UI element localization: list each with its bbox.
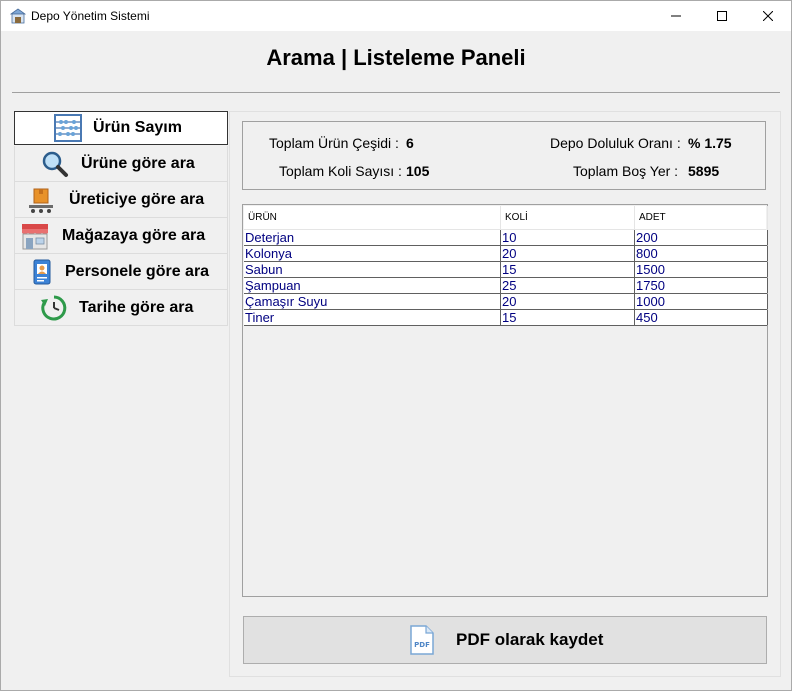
- cell-koli: 20: [501, 246, 635, 261]
- minimize-button[interactable]: [653, 1, 699, 31]
- sidebar-item-ureticiye-gore-ara[interactable]: Üreticiye göre ara: [14, 182, 228, 218]
- cell-urun: Çamaşır Suyu: [244, 294, 501, 309]
- box-count-label: Toplam Koli Sayısı :: [279, 163, 402, 179]
- empty-space-label: Toplam Boş Yer :: [573, 163, 679, 179]
- table-body: Deterjan 10 200 Kolonya 20 800 Sabun 15 …: [244, 230, 768, 326]
- column-header-adet[interactable]: ADET: [635, 206, 768, 230]
- product-types-value: 6: [406, 135, 414, 151]
- sidebar-item-personele-gore-ara[interactable]: Personele göre ara: [14, 254, 228, 290]
- header-divider: [12, 92, 780, 93]
- window-title: Depo Yönetim Sistemi: [31, 9, 150, 23]
- cell-adet: 1750: [635, 278, 768, 293]
- sidebar-item-label: Üreticiye göre ara: [69, 190, 205, 208]
- sidebar-item-label: Ürün Sayım: [93, 119, 182, 136]
- pdf-file-icon: PDF: [410, 625, 434, 655]
- sidebar-item-label: Mağazaya göre ara: [62, 226, 206, 244]
- sidebar-item-magazaya-gore-ara[interactable]: Mağazaya göre ara: [14, 218, 228, 254]
- occupancy-value: % 1.75: [688, 135, 732, 151]
- cell-adet: 450: [635, 310, 768, 325]
- cell-koli: 15: [501, 262, 635, 277]
- clock-icon: [39, 293, 69, 323]
- title-bar[interactable]: Depo Yönetim Sistemi: [1, 1, 791, 31]
- maximize-icon: [717, 11, 727, 21]
- table-row[interactable]: Şampuan 25 1750: [244, 278, 768, 294]
- sidebar-item-tarihe-gore-ara[interactable]: Tarihe göre ara: [14, 290, 228, 326]
- table-row[interactable]: Çamaşır Suyu 20 1000: [244, 294, 768, 310]
- cell-urun: Sabun: [244, 262, 501, 277]
- abacus-icon: [53, 113, 83, 143]
- cell-koli: 20: [501, 294, 635, 309]
- cell-adet: 1000: [635, 294, 768, 309]
- occupancy-label: Depo Doluluk Oranı :: [550, 135, 681, 151]
- cell-adet: 800: [635, 246, 768, 261]
- column-header-koli[interactable]: KOLİ: [501, 206, 635, 230]
- cell-urun: Tiner: [244, 310, 501, 325]
- cell-urun: Şampuan: [244, 278, 501, 293]
- close-button[interactable]: [745, 1, 791, 31]
- maximize-button[interactable]: [699, 1, 745, 31]
- save-pdf-label: PDF olarak kaydet: [456, 630, 604, 649]
- save-pdf-button[interactable]: PDF PDF olarak kaydet: [243, 616, 767, 664]
- product-types-label: Toplam Ürün Çeşidi :: [269, 135, 399, 151]
- table-header: ÜRÜN KOLİ ADET: [244, 206, 768, 230]
- page-title: Arama | Listeleme Paneli: [266, 45, 526, 70]
- box-count-value: 105: [406, 163, 430, 179]
- cell-adet: 200: [635, 230, 768, 245]
- storefront-icon: [20, 221, 50, 251]
- table-row[interactable]: Deterjan 10 200: [244, 230, 768, 246]
- app-window: Depo Yönetim Sistemi Arama | Listeleme P…: [0, 0, 792, 691]
- sidebar-item-label: Personele göre ara: [65, 262, 210, 280]
- cell-koli: 25: [501, 278, 635, 293]
- id-badge-icon: [27, 257, 57, 287]
- cell-koli: 10: [501, 230, 635, 245]
- warehouse-icon: [9, 8, 27, 24]
- svg-text:PDF: PDF: [414, 641, 430, 649]
- cell-urun: Kolonya: [244, 246, 501, 261]
- column-header-urun[interactable]: ÜRÜN: [244, 206, 501, 230]
- stats-box: Toplam Ürün Çeşidi : 6 Toplam Koli Sayıs…: [242, 121, 766, 190]
- minimize-icon: [671, 15, 681, 17]
- table-row[interactable]: Tiner 15 450: [244, 310, 768, 326]
- sidebar-item-label: Tarihe göre ara: [79, 298, 194, 316]
- table-row[interactable]: Kolonya 20 800: [244, 246, 768, 262]
- sidebar: Ürün Sayım Ürüne göre ara Üreticiye göre…: [14, 111, 228, 326]
- empty-space-value: 5895: [688, 163, 720, 179]
- magnifier-icon: [40, 149, 70, 179]
- cell-koli: 15: [501, 310, 635, 325]
- product-table[interactable]: ÜRÜN KOLİ ADET Deterjan 10 200 Kolonya 2…: [242, 204, 768, 597]
- conveyor-box-icon: [26, 185, 56, 215]
- sidebar-item-urune-gore-ara[interactable]: Ürüne göre ara: [14, 146, 228, 182]
- table-row[interactable]: Sabun 15 1500: [244, 262, 768, 278]
- sidebar-item-label: Ürüne göre ara: [81, 154, 195, 172]
- close-icon: [763, 11, 773, 21]
- sidebar-item-urun-sayim[interactable]: Ürün Sayım: [14, 111, 228, 145]
- cell-adet: 1500: [635, 262, 768, 277]
- cell-urun: Deterjan: [244, 230, 501, 245]
